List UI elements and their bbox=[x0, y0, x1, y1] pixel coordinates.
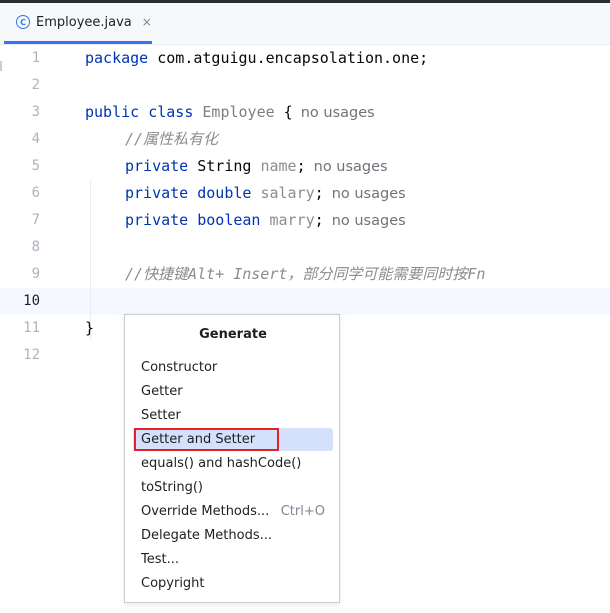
code-line-7[interactable]: private boolean marry; no usages bbox=[125, 207, 406, 234]
menu-item-label: Copyright bbox=[141, 576, 205, 591]
line-number: 2 bbox=[31, 77, 40, 93]
current-line-highlight bbox=[0, 288, 610, 315]
usages-hint[interactable]: no usages bbox=[301, 105, 375, 121]
usages-hint[interactable]: no usages bbox=[332, 186, 406, 202]
popup-title: Generate bbox=[199, 327, 267, 342]
line-number: 4 bbox=[31, 131, 40, 147]
line-number: 12 bbox=[23, 347, 40, 363]
tab-title: Employee.java bbox=[36, 14, 132, 30]
line-number-gutter: 1 2 3 4 5 6 7 8 9 10 11 12 bbox=[0, 45, 62, 613]
menu-item-shortcut: Ctrl+O bbox=[280, 504, 325, 519]
code-line-5[interactable]: private String name; no usages bbox=[125, 153, 388, 180]
type-name: String bbox=[188, 157, 261, 175]
generate-popup: Generate Constructor Getter Setter Gette… bbox=[124, 314, 340, 603]
comment: //属性私有化 bbox=[125, 130, 219, 148]
keyword: private bbox=[125, 157, 189, 175]
closing-brace: } bbox=[85, 319, 95, 337]
annotation-highlight-box bbox=[134, 428, 279, 451]
keyword: private boolean bbox=[125, 211, 261, 229]
menu-item-setter[interactable]: Setter bbox=[133, 404, 333, 427]
line-number: 6 bbox=[31, 185, 40, 201]
code-line-4[interactable]: //属性私有化 bbox=[125, 126, 218, 153]
menu-item-label: toString() bbox=[141, 480, 203, 495]
menu-item-label: Delegate Methods... bbox=[141, 528, 272, 543]
keyword: public class bbox=[85, 103, 194, 121]
menu-item-getter[interactable]: Getter bbox=[133, 380, 333, 403]
menu-item-tostring[interactable]: toString() bbox=[133, 476, 333, 499]
close-icon[interactable]: × bbox=[142, 15, 152, 29]
line-number: 7 bbox=[31, 212, 40, 228]
menu-item-label: Setter bbox=[141, 408, 181, 423]
keyword: private double bbox=[125, 184, 252, 202]
field-name: name bbox=[260, 157, 297, 175]
menu-item-delegate-methods[interactable]: Delegate Methods... bbox=[133, 524, 333, 547]
editor-tab-bar: C Employee.java × bbox=[0, 3, 610, 45]
comment: //快捷键Alt+ Insert，部分同学可能需要同时按Fn bbox=[125, 265, 486, 283]
line-number-active: 10 bbox=[23, 293, 40, 309]
menu-item-label: Test... bbox=[141, 552, 179, 567]
menu-item-test[interactable]: Test... bbox=[133, 548, 333, 571]
keyword: package bbox=[85, 49, 149, 67]
menu-item-constructor[interactable]: Constructor bbox=[133, 356, 333, 379]
class-name: Employee bbox=[202, 103, 275, 121]
menu-item-copyright[interactable]: Copyright bbox=[133, 572, 333, 595]
tab-employee-java[interactable]: C Employee.java × bbox=[4, 3, 152, 44]
line-number: 11 bbox=[23, 320, 40, 336]
line-number: 3 bbox=[31, 104, 40, 120]
field-name: marry bbox=[269, 211, 315, 229]
code-line-11[interactable]: } bbox=[85, 315, 94, 342]
line-number: 1 bbox=[31, 50, 40, 66]
line-number: 5 bbox=[31, 158, 40, 174]
code-line-9[interactable]: //快捷键Alt+ Insert，部分同学可能需要同时按Fn bbox=[125, 261, 485, 288]
package-name: com.atguigu.encapsolation.one; bbox=[148, 49, 429, 67]
menu-item-label: Override Methods... bbox=[141, 504, 270, 519]
menu-item-label: Constructor bbox=[141, 360, 218, 375]
menu-item-equals-hashcode[interactable]: equals() and hashCode() bbox=[133, 452, 333, 475]
menu-item-label: Getter bbox=[141, 384, 183, 399]
code-line-3[interactable]: public class Employee { no usages bbox=[85, 99, 375, 126]
menu-item-label: equals() and hashCode() bbox=[141, 456, 302, 471]
semicolon: ; bbox=[296, 157, 306, 175]
semicolon: ; bbox=[314, 184, 324, 202]
semicolon: ; bbox=[314, 211, 324, 229]
code-line-1[interactable]: package com.atguigu.encapsolation.one; bbox=[85, 45, 428, 72]
usages-hint[interactable]: no usages bbox=[314, 159, 388, 175]
menu-item-override-methods[interactable]: Override Methods... Ctrl+O bbox=[133, 500, 333, 523]
brace: { bbox=[274, 103, 293, 121]
usages-hint[interactable]: no usages bbox=[332, 213, 406, 229]
line-number: 9 bbox=[31, 266, 40, 282]
code-line-6[interactable]: private double salary; no usages bbox=[125, 180, 406, 207]
class-c-icon: C bbox=[16, 15, 30, 29]
line-number: 8 bbox=[31, 239, 40, 255]
field-name: salary bbox=[260, 184, 315, 202]
